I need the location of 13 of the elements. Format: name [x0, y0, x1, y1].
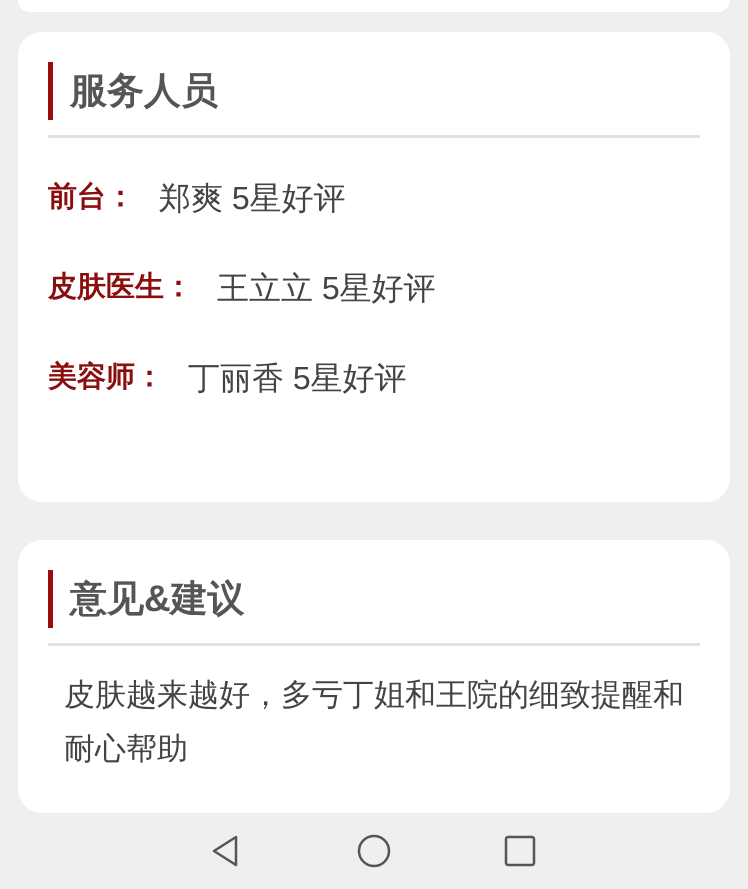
recents-icon[interactable]	[502, 833, 538, 869]
section-title: 意见&建议	[70, 577, 245, 622]
staff-role-label: 皮肤医生：	[48, 270, 193, 306]
title-accent-bar	[48, 570, 53, 628]
feedback-text: 皮肤越来越好，多亏丁姐和王院的细致提醒和耐心帮助	[63, 676, 685, 768]
staff-name-rating: 丁丽香 5星好评	[188, 359, 407, 398]
staff-name-rating: 郑爽 5星好评	[159, 179, 346, 218]
home-icon[interactable]	[356, 833, 392, 869]
staff-role-label: 美容师：	[48, 360, 164, 396]
title-accent-bar	[48, 62, 53, 120]
staff-role-label: 前台：	[48, 180, 135, 216]
section-title: 服务人员	[70, 69, 218, 114]
staff-name-rating: 王立立 5星好评	[217, 269, 436, 308]
